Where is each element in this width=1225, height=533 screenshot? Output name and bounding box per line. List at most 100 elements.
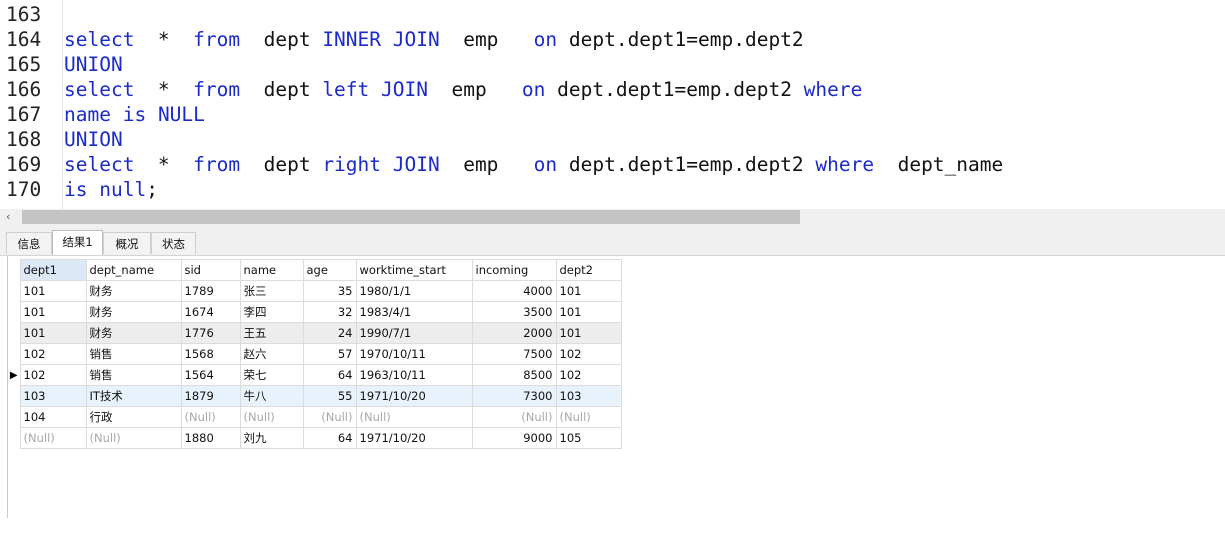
cell-dept2[interactable]: 102 bbox=[555, 364, 622, 386]
line-number: 168 bbox=[6, 128, 42, 151]
cell-dept1[interactable]: 104 bbox=[19, 406, 87, 428]
tab-status[interactable]: 状态 bbox=[151, 232, 196, 254]
column-header-dept1[interactable]: dept1 bbox=[19, 259, 87, 281]
cell-dept-name[interactable]: IT技术 bbox=[85, 385, 182, 407]
cell-incoming[interactable]: 7300 bbox=[471, 385, 557, 407]
cell-incoming[interactable]: 9000 bbox=[471, 427, 557, 449]
cell-name[interactable]: 王五 bbox=[239, 322, 304, 344]
table-row[interactable]: 101 财务 1776 王五 24 1990/7/1 2000 101 bbox=[8, 322, 622, 344]
cell-dept1[interactable]: 103 bbox=[19, 385, 87, 407]
cell-age[interactable]: (Null) bbox=[302, 406, 357, 428]
cell-name[interactable]: 李四 bbox=[239, 301, 304, 323]
tab-result1[interactable]: 结果1 bbox=[52, 230, 103, 255]
table-row[interactable]: 101 财务 1674 李四 32 1983/4/1 3500 101 bbox=[8, 301, 622, 323]
table-row[interactable]: ▶ 102 销售 1564 荣七 64 1963/10/11 8500 102 bbox=[8, 364, 622, 386]
scrollbar-thumb[interactable] bbox=[22, 210, 800, 224]
column-header-name[interactable]: name bbox=[239, 259, 304, 281]
cell-worktime-start[interactable]: 1990/7/1 bbox=[355, 322, 473, 344]
cell-dept2[interactable]: (Null) bbox=[555, 406, 622, 428]
cell-worktime-start[interactable]: 1971/10/20 bbox=[355, 385, 473, 407]
cell-dept1[interactable]: 102 bbox=[19, 364, 87, 386]
cell-worktime-start[interactable]: 1963/10/11 bbox=[355, 364, 473, 386]
cell-name[interactable]: 牛八 bbox=[239, 385, 304, 407]
cell-dept-name[interactable]: 财务 bbox=[85, 280, 182, 302]
cell-sid[interactable]: 1564 bbox=[180, 364, 241, 386]
code-line[interactable]: 166 select * from dept left JOIN emp on d… bbox=[0, 77, 862, 102]
cell-sid[interactable]: (Null) bbox=[180, 406, 241, 428]
cell-name[interactable]: 刘九 bbox=[239, 427, 304, 449]
cell-dept1[interactable]: 102 bbox=[19, 343, 87, 365]
cell-name[interactable]: (Null) bbox=[239, 406, 304, 428]
code-line[interactable]: 163 bbox=[0, 2, 64, 27]
code-line[interactable]: 168 UNION bbox=[0, 127, 123, 152]
cell-dept-name[interactable]: 财务 bbox=[85, 301, 182, 323]
cell-worktime-start[interactable]: 1983/4/1 bbox=[355, 301, 473, 323]
cell-name[interactable]: 赵六 bbox=[239, 343, 304, 365]
horizontal-scrollbar[interactable]: ‹ bbox=[0, 209, 1225, 225]
table-row[interactable]: 102 销售 1568 赵六 57 1970/10/11 7500 102 bbox=[8, 343, 622, 365]
cell-dept2[interactable]: 103 bbox=[555, 385, 622, 407]
table-row[interactable]: 103 IT技术 1879 牛八 55 1971/10/20 7300 103 bbox=[8, 385, 622, 407]
cell-dept-name[interactable]: (Null) bbox=[85, 427, 182, 449]
cell-incoming[interactable]: 7500 bbox=[471, 343, 557, 365]
cell-age[interactable]: 64 bbox=[302, 364, 357, 386]
column-header-worktime-start[interactable]: worktime_start bbox=[355, 259, 473, 281]
cell-worktime-start[interactable]: (Null) bbox=[355, 406, 473, 428]
cell-incoming[interactable]: 4000 bbox=[471, 280, 557, 302]
column-header-age[interactable]: age bbox=[302, 259, 357, 281]
column-header-sid[interactable]: sid bbox=[180, 259, 241, 281]
cell-sid[interactable]: 1674 bbox=[180, 301, 241, 323]
cell-dept-name[interactable]: 销售 bbox=[85, 343, 182, 365]
table-row[interactable]: 101 财务 1789 张三 35 1980/1/1 4000 101 bbox=[8, 280, 622, 302]
cell-name[interactable]: 荣七 bbox=[239, 364, 304, 386]
cell-dept-name[interactable]: 行政 bbox=[85, 406, 182, 428]
cell-dept-name[interactable]: 财务 bbox=[85, 322, 182, 344]
column-header-incoming[interactable]: incoming bbox=[471, 259, 557, 281]
table-row[interactable]: (Null) (Null) 1880 刘九 64 1971/10/20 9000 105 bbox=[8, 427, 622, 449]
cell-age[interactable]: 55 bbox=[302, 385, 357, 407]
cell-age[interactable]: 32 bbox=[302, 301, 357, 323]
result-grid[interactable]: dept1 dept_name sid name age worktime_start in… bbox=[8, 259, 622, 449]
code-line[interactable]: 169 select * from dept right JOIN emp on … bbox=[0, 152, 1003, 177]
cell-incoming[interactable]: 8500 bbox=[471, 364, 557, 386]
column-header-dept2[interactable]: dept2 bbox=[555, 259, 622, 281]
cell-dept1[interactable]: 101 bbox=[19, 322, 87, 344]
cell-age[interactable]: 35 bbox=[302, 280, 357, 302]
cell-dept2[interactable]: 101 bbox=[555, 322, 622, 344]
cell-age[interactable]: 24 bbox=[302, 322, 357, 344]
cell-dept2[interactable]: 102 bbox=[555, 343, 622, 365]
tab-info[interactable]: 信息 bbox=[6, 232, 52, 254]
tab-profile[interactable]: 概况 bbox=[103, 232, 151, 254]
cell-dept1[interactable]: 101 bbox=[19, 301, 87, 323]
cell-dept-name[interactable]: 销售 bbox=[85, 364, 182, 386]
cell-sid[interactable]: 1776 bbox=[180, 322, 241, 344]
table-row[interactable]: 104 行政 (Null) (Null) (Null) (Null) (Null) (Null… bbox=[8, 406, 622, 428]
sql-text: dept.dept1=emp.dept2 bbox=[557, 28, 804, 51]
cell-worktime-start[interactable]: 1971/10/20 bbox=[355, 427, 473, 449]
code-line[interactable]: 170 is null; bbox=[0, 177, 158, 202]
cell-name[interactable]: 张三 bbox=[239, 280, 304, 302]
cell-incoming[interactable]: 2000 bbox=[471, 322, 557, 344]
cell-sid[interactable]: 1880 bbox=[180, 427, 241, 449]
cell-incoming[interactable]: 3500 bbox=[471, 301, 557, 323]
cell-worktime-start[interactable]: 1980/1/1 bbox=[355, 280, 473, 302]
code-line[interactable]: 164 select * from dept INNER JOIN emp on … bbox=[0, 27, 804, 52]
cell-dept2[interactable]: 105 bbox=[555, 427, 622, 449]
cell-dept1[interactable]: 101 bbox=[19, 280, 87, 302]
cell-dept2[interactable]: 101 bbox=[555, 301, 622, 323]
scroll-left-arrow-icon[interactable]: ‹ bbox=[6, 210, 10, 224]
sql-editor[interactable]: 163 164 select * from dept INNER JOIN emp … bbox=[0, 0, 1225, 210]
cell-sid[interactable]: 1568 bbox=[180, 343, 241, 365]
cell-worktime-start[interactable]: 1970/10/11 bbox=[355, 343, 473, 365]
cell-age[interactable]: 64 bbox=[302, 427, 357, 449]
cell-dept1[interactable]: (Null) bbox=[19, 427, 87, 449]
code-line[interactable]: 165 UNION bbox=[0, 52, 123, 77]
cell-sid[interactable]: 1789 bbox=[180, 280, 241, 302]
cell-age[interactable]: 57 bbox=[302, 343, 357, 365]
code-line[interactable]: 167 name is NULL bbox=[0, 102, 205, 127]
cell-sid[interactable]: 1879 bbox=[180, 385, 241, 407]
cell-incoming[interactable]: (Null) bbox=[471, 406, 557, 428]
cell-dept2[interactable]: 101 bbox=[555, 280, 622, 302]
column-header-dept-name[interactable]: dept_name bbox=[85, 259, 182, 281]
sql-text: dept bbox=[240, 28, 323, 51]
